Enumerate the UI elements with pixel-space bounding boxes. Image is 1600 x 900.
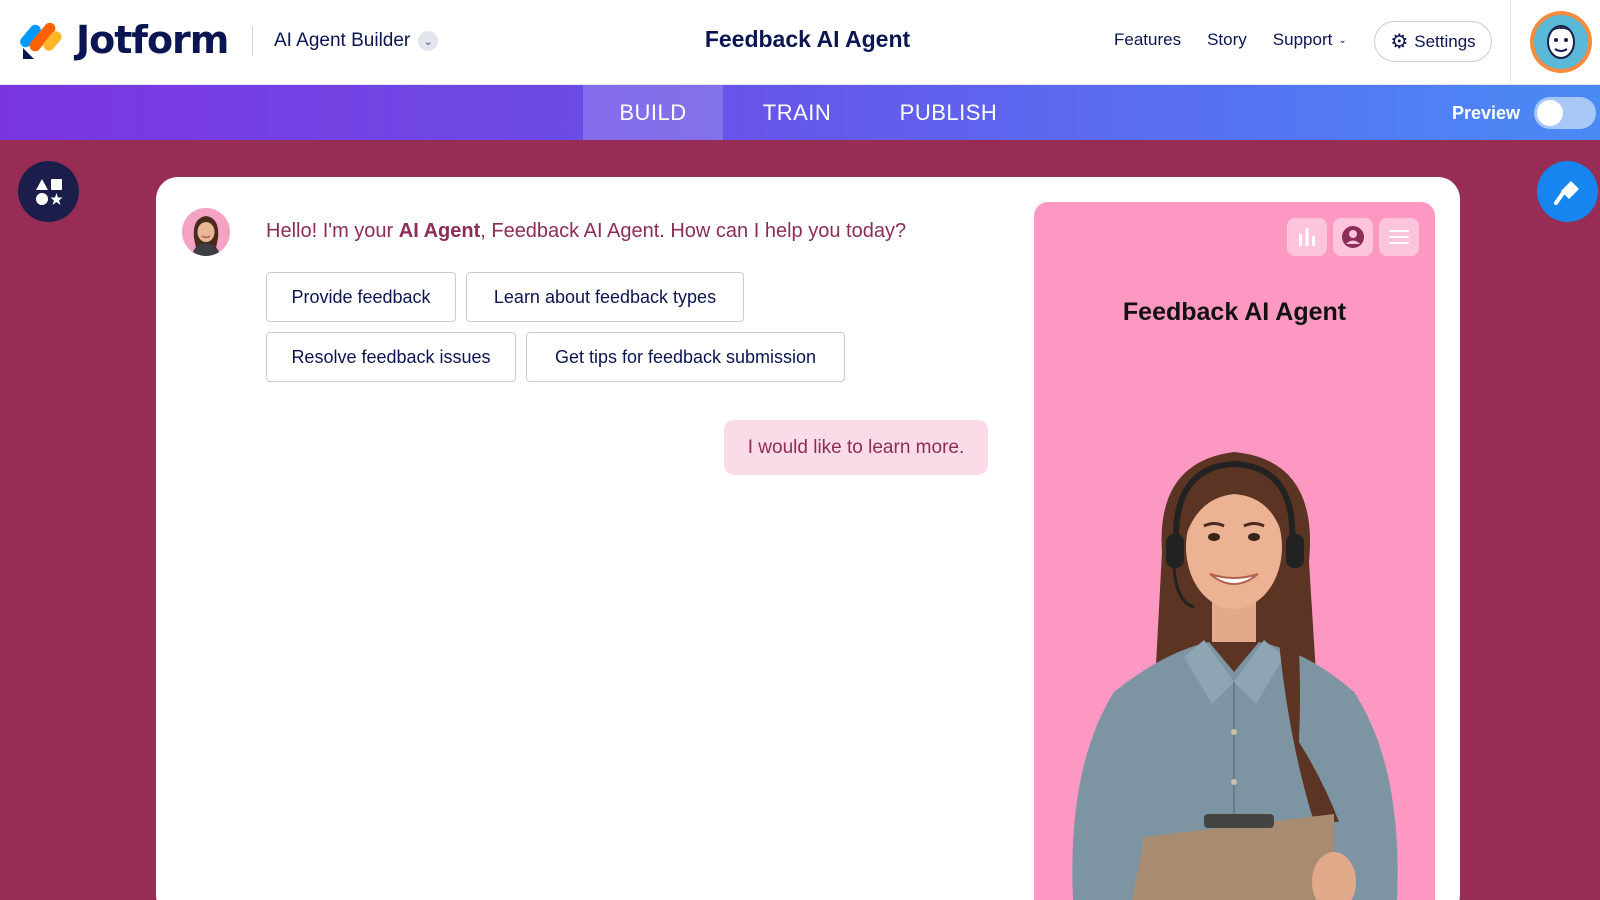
product-switcher[interactable]: AI Agent Builder ⌄ — [274, 30, 439, 52]
shapes-icon — [35, 178, 62, 205]
design-tools-button[interactable] — [1537, 161, 1598, 222]
jotform-logo-icon — [17, 20, 64, 60]
top-header: Jotform AI Agent Builder ⌄ Feedback AI A… — [0, 0, 1600, 85]
header-nav: Features Story Support ⌄ — [1114, 30, 1347, 50]
suggestion-provide-feedback[interactable]: Provide feedback — [266, 272, 456, 322]
suggestion-learn-feedback-types[interactable]: Learn about feedback types — [466, 272, 744, 322]
product-name-label: AI Agent Builder — [274, 30, 411, 51]
settings-label: Settings — [1414, 31, 1476, 51]
greeting-bold: AI Agent — [398, 220, 481, 242]
user-message-bubble: I would like to learn more. — [724, 420, 988, 475]
nav-features[interactable]: Features — [1114, 30, 1181, 50]
paint-roller-icon — [1553, 180, 1579, 205]
bar-chart-icon[interactable] — [1287, 218, 1327, 256]
preview-label: Preview — [1452, 103, 1521, 123]
header-divider — [252, 26, 253, 56]
tab-publish[interactable]: PUBLISH — [871, 85, 1026, 140]
preview-toggle[interactable] — [1534, 97, 1596, 129]
page-title: Feedback AI Agent — [704, 26, 911, 52]
settings-button[interactable]: ⚙ Settings — [1374, 21, 1492, 62]
header-divider-right — [1510, 0, 1511, 85]
gear-icon: ⚙ — [1390, 31, 1409, 53]
agent-avatar-icon — [182, 208, 230, 256]
builder-tabbar: BUILD TRAIN PUBLISH Preview — [0, 85, 1600, 140]
nav-support-label: Support — [1272, 30, 1333, 49]
jotform-logo[interactable]: Jotform — [17, 18, 229, 62]
logo-text: Jotform — [76, 18, 229, 62]
avatar-face-icon — [1534, 15, 1588, 69]
add-element-button[interactable] — [18, 161, 79, 222]
toggle-knob — [1537, 100, 1563, 126]
nav-story[interactable]: Story — [1207, 30, 1247, 50]
preview-agent-title: Feedback AI Agent — [1122, 298, 1347, 326]
tab-build[interactable]: BUILD — [583, 85, 723, 140]
agent-preview-pane: Feedback AI Agent — [1034, 202, 1435, 900]
greeting-suffix: , Feedback AI Agent. How can I help you … — [480, 220, 907, 242]
agent-greeting: Hello! I'm your AI Agent, Feedback AI Ag… — [266, 220, 906, 243]
greeting-prefix: Hello! I'm your — [266, 220, 399, 242]
suggestion-resolve-feedback-issues[interactable]: Resolve feedback issues — [266, 332, 516, 382]
agent-photo — [1072, 452, 1398, 900]
agent-avatar — [182, 208, 230, 256]
page-title-wrap: Feedback AI Agent — [0, 26, 1600, 53]
chevron-down-icon[interactable]: ⌄ — [418, 31, 439, 51]
chevron-down-icon: ⌄ — [1338, 34, 1347, 46]
user-avatar[interactable] — [1530, 11, 1592, 73]
user-circle-icon[interactable] — [1333, 218, 1373, 256]
suggestion-tips-feedback-submission[interactable]: Get tips for feedback submission — [526, 332, 845, 382]
menu-icon[interactable] — [1379, 218, 1419, 256]
nav-support[interactable]: Support ⌄ — [1273, 30, 1347, 50]
tab-train[interactable]: TRAIN — [723, 85, 871, 140]
